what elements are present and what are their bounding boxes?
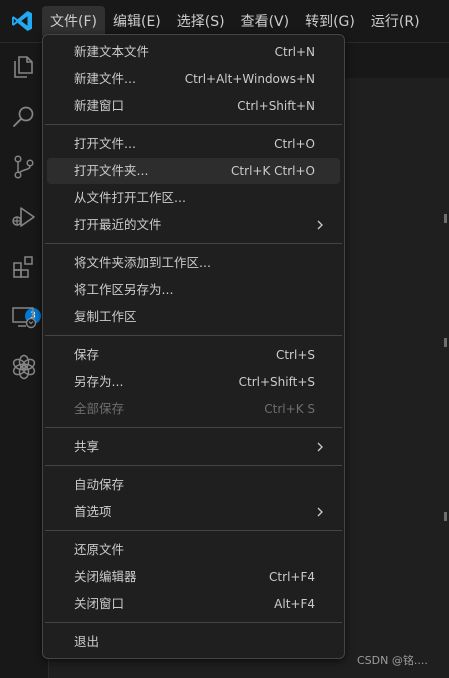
menu-item-label: 共享 xyxy=(74,439,100,454)
menu-item-shortcut: Ctrl+K Ctrl+O xyxy=(231,164,315,178)
editor-scroll-marker xyxy=(444,338,447,347)
chevron-right-icon xyxy=(317,507,323,517)
menu-item[interactable]: 打开最近的文件 xyxy=(47,212,340,238)
menu-item-label: 关闭编辑器 xyxy=(74,569,137,584)
menu-item-label: 将工作区另存为... xyxy=(74,282,174,297)
editor-scroll-marker xyxy=(444,214,447,223)
menu-item-shortcut: Ctrl+Alt+Windows+N xyxy=(184,72,315,86)
menu-separator xyxy=(45,427,342,428)
menu-item-label: 打开最近的文件 xyxy=(74,217,162,232)
menu-item-label: 从文件打开工作区... xyxy=(74,190,186,205)
menu-item-label: 全部保存 xyxy=(74,401,125,416)
extensions-icon[interactable] xyxy=(10,253,38,281)
menu-item-shortcut: Ctrl+Shift+S xyxy=(238,375,315,389)
menu-item-label: 另存为... xyxy=(74,374,124,389)
menu-item-shortcut: Ctrl+S xyxy=(275,348,315,362)
menu-item-shortcut: Alt+F4 xyxy=(274,597,315,611)
menu-separator xyxy=(45,335,342,336)
editor-scroll-marker xyxy=(444,512,447,521)
menu-item-label: 退出 xyxy=(74,634,100,649)
run-debug-icon[interactable] xyxy=(10,203,38,231)
watermark: CSDN @铭.... xyxy=(357,654,428,667)
menu-item[interactable]: 新建文本文件 Ctrl+N xyxy=(47,39,340,65)
menu-item[interactable]: 关闭窗口 Alt+F4 xyxy=(47,591,340,617)
menu-item[interactable]: 首选项 xyxy=(47,499,340,525)
source-control-icon[interactable] xyxy=(10,153,38,181)
menu-item[interactable]: 将文件夹添加到工作区... xyxy=(47,250,340,276)
menu-item-shortcut: Ctrl+O xyxy=(274,137,315,151)
file-menu: 新建文本文件 Ctrl+N 新建文件... Ctrl+Alt+Windows+N 新建窗… xyxy=(42,34,345,659)
menu-item-label: 自动保存 xyxy=(74,477,125,492)
menu-item-label: 还原文件 xyxy=(74,542,125,557)
menu-item[interactable]: 自动保存 xyxy=(47,472,340,498)
menu-item-shortcut: Ctrl+Shift+N xyxy=(237,99,315,113)
menu-item[interactable]: 另存为... Ctrl+Shift+S xyxy=(47,369,340,395)
menu-item-label: 新建文件... xyxy=(74,71,136,86)
menu-item-label: 关闭窗口 xyxy=(74,596,125,611)
menu-item-label: 将文件夹添加到工作区... xyxy=(74,255,211,270)
chatgpt-icon[interactable] xyxy=(10,353,38,381)
menu-separator xyxy=(45,124,342,125)
remote-explorer-icon[interactable] xyxy=(10,303,38,331)
menu-separator xyxy=(45,622,342,623)
menu-item[interactable]: 从文件打开工作区... xyxy=(47,185,340,211)
search-icon[interactable] xyxy=(10,103,38,131)
menu-item[interactable]: 保存 Ctrl+S xyxy=(47,342,340,368)
menu-item-shortcut: Ctrl+F4 xyxy=(269,570,315,584)
menu-item-label: 保存 xyxy=(74,347,100,362)
menu-separator xyxy=(45,243,342,244)
chevron-right-icon xyxy=(317,442,323,452)
menu-item-label: 首选项 xyxy=(74,504,112,519)
menu-item[interactable]: 打开文件夹... Ctrl+K Ctrl+O xyxy=(47,158,340,184)
menu-item[interactable]: 新建文件... Ctrl+Alt+Windows+N xyxy=(47,66,340,92)
menu-item-label: 新建文本文件 xyxy=(74,44,150,59)
menu-item-shortcut: Ctrl+N xyxy=(274,45,315,59)
chevron-right-icon xyxy=(317,220,323,230)
menu-item: 全部保存 Ctrl+K S xyxy=(47,396,340,422)
menu-separator xyxy=(45,530,342,531)
menu-item[interactable]: 共享 xyxy=(47,434,340,460)
menubar-item[interactable]: 运行(R) xyxy=(363,6,428,38)
vscode-logo-icon xyxy=(12,11,32,31)
menu-item[interactable]: 新建窗口 Ctrl+Shift+N xyxy=(47,93,340,119)
menu-item[interactable]: 退出 xyxy=(47,629,340,655)
menu-item[interactable]: 复制工作区 xyxy=(47,304,340,330)
menu-item[interactable]: 还原文件 xyxy=(47,537,340,563)
menu-item[interactable]: 将工作区另存为... xyxy=(47,277,340,303)
menu-item-label: 打开文件... xyxy=(74,136,136,151)
menu-item-label: 打开文件夹... xyxy=(74,163,149,178)
menu-separator xyxy=(45,465,342,466)
menu-item[interactable]: 打开文件... Ctrl+O xyxy=(47,131,340,157)
menu-item-label: 新建窗口 xyxy=(74,98,125,113)
menu-item-shortcut: Ctrl+K S xyxy=(264,402,315,416)
explorer-icon[interactable] xyxy=(10,53,38,81)
menu-item[interactable]: 关闭编辑器 Ctrl+F4 xyxy=(47,564,340,590)
menu-item-label: 复制工作区 xyxy=(74,309,137,324)
